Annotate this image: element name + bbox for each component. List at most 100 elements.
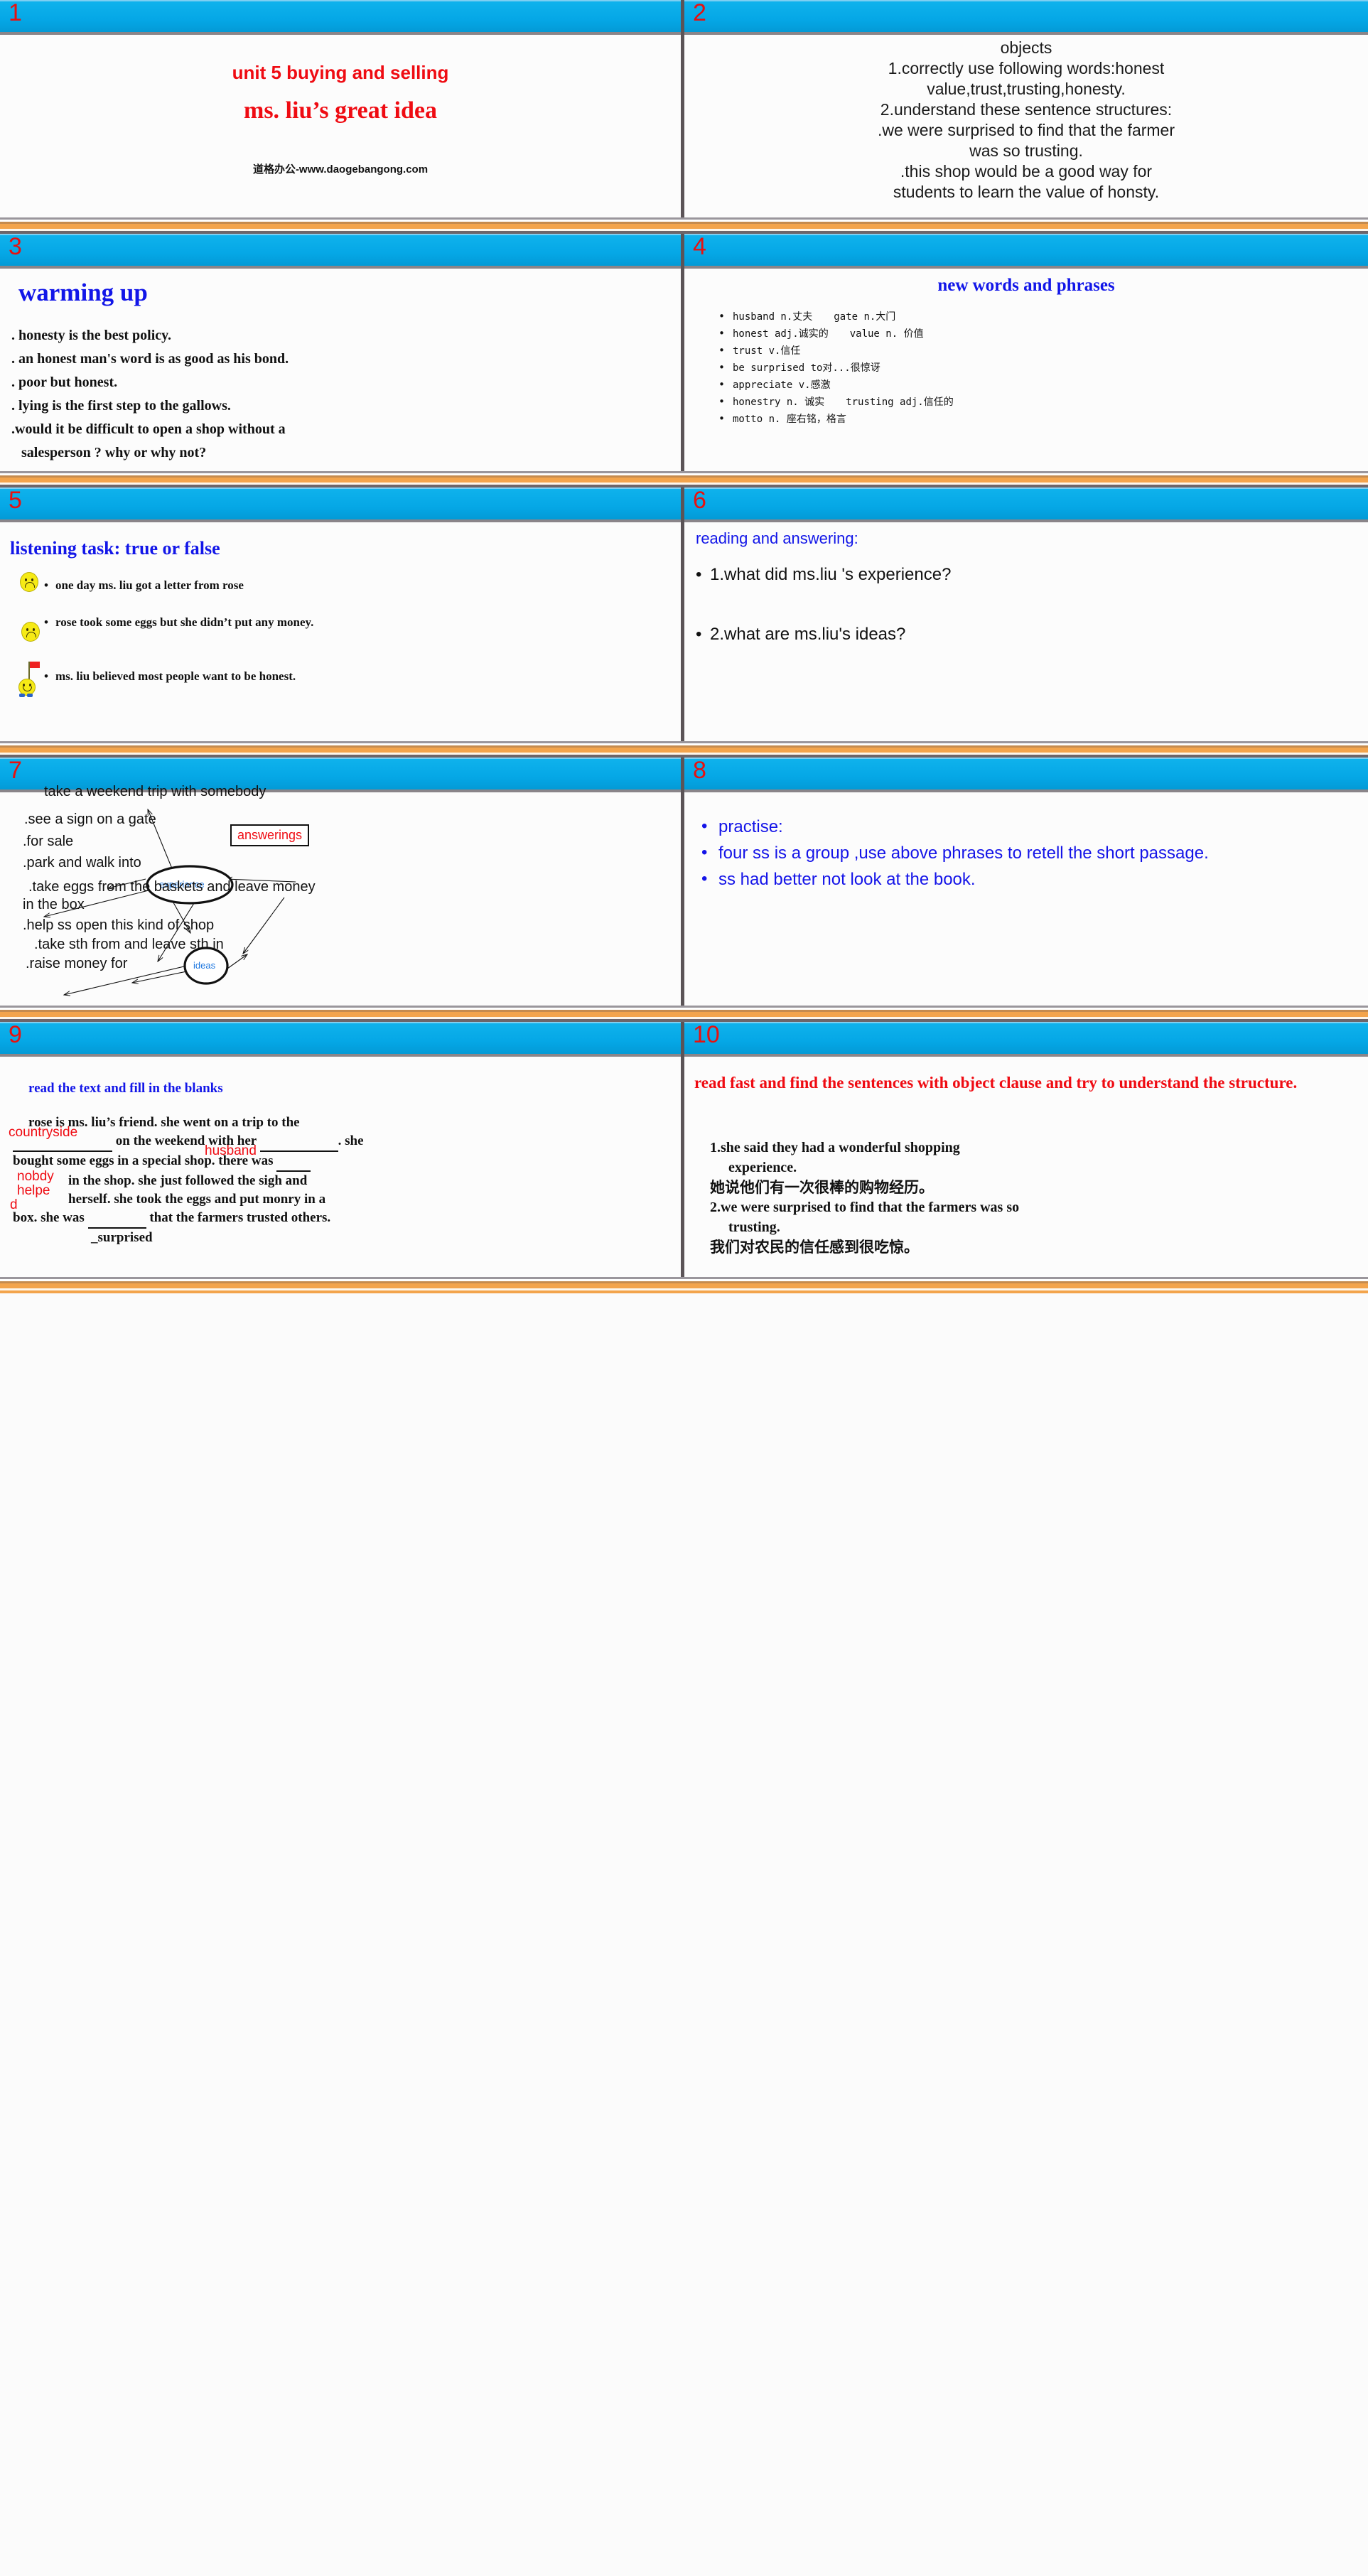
cloze-line: bought some eggs in a special shop. ther… [13,1152,668,1172]
blank-4[interactable] [87,1209,146,1229]
blank-3[interactable] [276,1152,311,1172]
slide-8-body: practise: four ss is a group ,use above … [684,792,1368,1006]
slide-2[interactable]: 2 objects 1.correctly use following word… [684,0,1368,217]
handwritten-answer-d: d [10,1197,18,1212]
list-item: be surprised to对...很惊讶 [718,359,1361,377]
word-en-left: motto n. 座右铭，格言 [733,414,846,425]
slide-8-header: 8 [684,758,1368,789]
cloze-text: box. she was [13,1210,85,1225]
slide-4-body: new words and phrases husband n.丈夫 gate n… [684,269,1368,471]
slide-4[interactable]: 4 new words and phrases husband n.丈夫 gate… [684,234,1368,471]
cloze-text: that the farmers trusted others. [149,1210,331,1225]
cloze-line: herself. she took the eggs and put monry… [68,1192,326,1207]
handwritten-answer-husband: husband [205,1143,257,1158]
slide-3-number: 3 [9,234,22,260]
slide-7-number: 7 [9,758,22,784]
sentence-line: 1.she said they had a wonderful shopping [710,1140,960,1155]
slide-8-number: 8 [693,758,706,784]
list-item: • 1.what did ms.liu 's experience? [696,565,1361,585]
bullet-icon: • [44,578,48,592]
list-item: .would it be difficult to open a shop wi… [11,421,286,437]
slide-1[interactable]: 1 unit 5 buying and selling ms. liu’s gr… [0,0,681,217]
slide-1-title: unit 5 buying and selling [232,62,449,83]
word-en-left: honestry n. 诚实 [733,397,825,408]
list-item-label: ms. liu believed most people want to be … [55,669,296,683]
word-en-left: husband n.丈夫 [733,311,813,323]
slide-9-title: read the text and fill in the blanks [28,1081,223,1096]
list-item: • ms. liu believed most people want to b… [44,664,669,689]
list-item: salesperson ? why or why not? [21,445,207,460]
phrase-label: .take eggs from the baskets and leave mo… [28,879,316,895]
list-item: • one day ms. liu got a letter from rose [44,573,669,598]
slide-4-number: 4 [693,234,706,260]
slide-row-2: 3 warming up . honesty is the best polic… [0,234,1368,471]
bullet-icon: • [696,565,702,584]
slide-5[interactable]: 5 listening task: true or false • one da… [0,487,681,741]
slide-6-number: 6 [693,487,706,514]
slide-1-body: unit 5 buying and selling ms. liu’s grea… [0,35,681,217]
slide-row-1: 1 unit 5 buying and selling ms. liu’s gr… [0,0,1368,217]
slide-separator-strip [0,1006,1368,1022]
sentence-line: trusting. [728,1219,780,1235]
list-item: . poor but honest. [11,374,118,390]
bullet-icon: • [696,625,702,644]
list-item: . honesty is the best policy. [11,328,172,343]
cloze-text: . she [338,1133,364,1148]
slide-8[interactable]: 8 practise: four ss is a group ,use abov… [684,758,1368,1006]
slide-2-line: 2.understand these sentence structures: [880,100,1173,119]
slide-thumbnail-deck: 1 unit 5 buying and selling ms. liu’s gr… [0,0,1368,2576]
list-item: four ss is a group ,use above phrases to… [700,839,1358,866]
slide-row-5: 9 read the text and fill in the blanks r… [0,1022,1368,1277]
slide-1-subtitle: ms. liu’s great idea [244,97,437,124]
slide-10-header: 10 [684,1022,1368,1054]
handwritten-answer-helpe: helpe [17,1183,50,1198]
cloze-line: in the shop. she just followed the sigh … [68,1173,308,1188]
slide-3-list: . honesty is the best policy. . an hones… [11,324,674,465]
sad-face-icon [21,622,40,642]
slide-7[interactable]: 7 experiance ideas answerings take a wee… [0,758,681,1006]
slide-2-line: .we were surprised to find that the farm… [877,121,1175,139]
ideas-node-label: ideas [193,960,216,971]
cloze-line: _surprised [91,1230,153,1245]
slide-2-line: students to learn the value of honsty. [893,183,1160,201]
slide-10-body: read fast and find the sentences with ob… [684,1057,1368,1277]
word-en-left: trust v.信任 [733,345,801,357]
slide-9-body: read the text and fill in the blanks ros… [0,1057,681,1277]
slide-9[interactable]: 9 read the text and fill in the blanks r… [0,1022,681,1277]
cloze-line: box. she was that the farmers trusted ot… [13,1209,668,1229]
list-item: honestry n. 诚实 trusting adj.信任的 [718,393,1361,411]
handwritten-answer-nobdy: nobdy [17,1169,54,1184]
list-item: appreciate v.感激 [718,376,1361,394]
list-item: practise: [700,813,1358,840]
slide-8-list: practise: four ss is a group ,use above … [700,813,1358,893]
question-text: 2.what are ms.liu's ideas? [710,625,906,644]
list-item: . an honest man's word is as good as his… [11,351,289,367]
slide-separator-strip [0,741,1368,758]
slide-10-title: read fast and find the sentences with ob… [694,1074,1298,1092]
slide-4-vocabulary-list: husband n.丈夫 gate n.大门 honest adj.诚实的 valu… [718,308,1361,428]
slide-2-line: was so trusting. [969,141,1083,160]
word-en-right: trusting adj.信任的 [846,397,954,408]
slide-separator-strip-bottom [0,1277,1368,1293]
slide-6-header: 6 [684,487,1368,519]
slide-3[interactable]: 3 warming up . honesty is the best polic… [0,234,681,471]
list-item-label: one day ms. liu got a letter from rose [55,578,244,592]
slide-row-4: 7 experiance ideas answerings take a wee… [0,758,1368,1006]
word-en-left: be surprised to对...很惊讶 [733,362,880,374]
phrase-label: take a weekend trip with somebody [44,784,266,799]
handwritten-answer-countryside: countryside [9,1125,78,1140]
blank-2[interactable] [259,1132,338,1152]
slide-6[interactable]: 6 reading and answering: • 1.what did ms.… [684,487,1368,741]
word-en-left: appreciate v.感激 [733,379,831,391]
slide-3-title: warming up [18,279,148,306]
slide-10[interactable]: 10 read fast and find the sentences with… [684,1022,1368,1277]
cloze-line: on the weekend with her . she [13,1132,668,1152]
slide-5-number: 5 [9,487,22,514]
slide-2-text-block: objects 1.correctly use following words:… [691,38,1361,203]
sentence-line: 2.we were surprised to find that the far… [710,1200,1020,1215]
list-item: trust v.信任 [718,342,1361,360]
slide-2-body: objects 1.correctly use following words:… [684,35,1368,217]
word-en-left: honest adj.诚实的 [733,328,829,340]
phrase-label: .for sale [23,834,74,849]
slide-4-header: 4 [684,234,1368,266]
